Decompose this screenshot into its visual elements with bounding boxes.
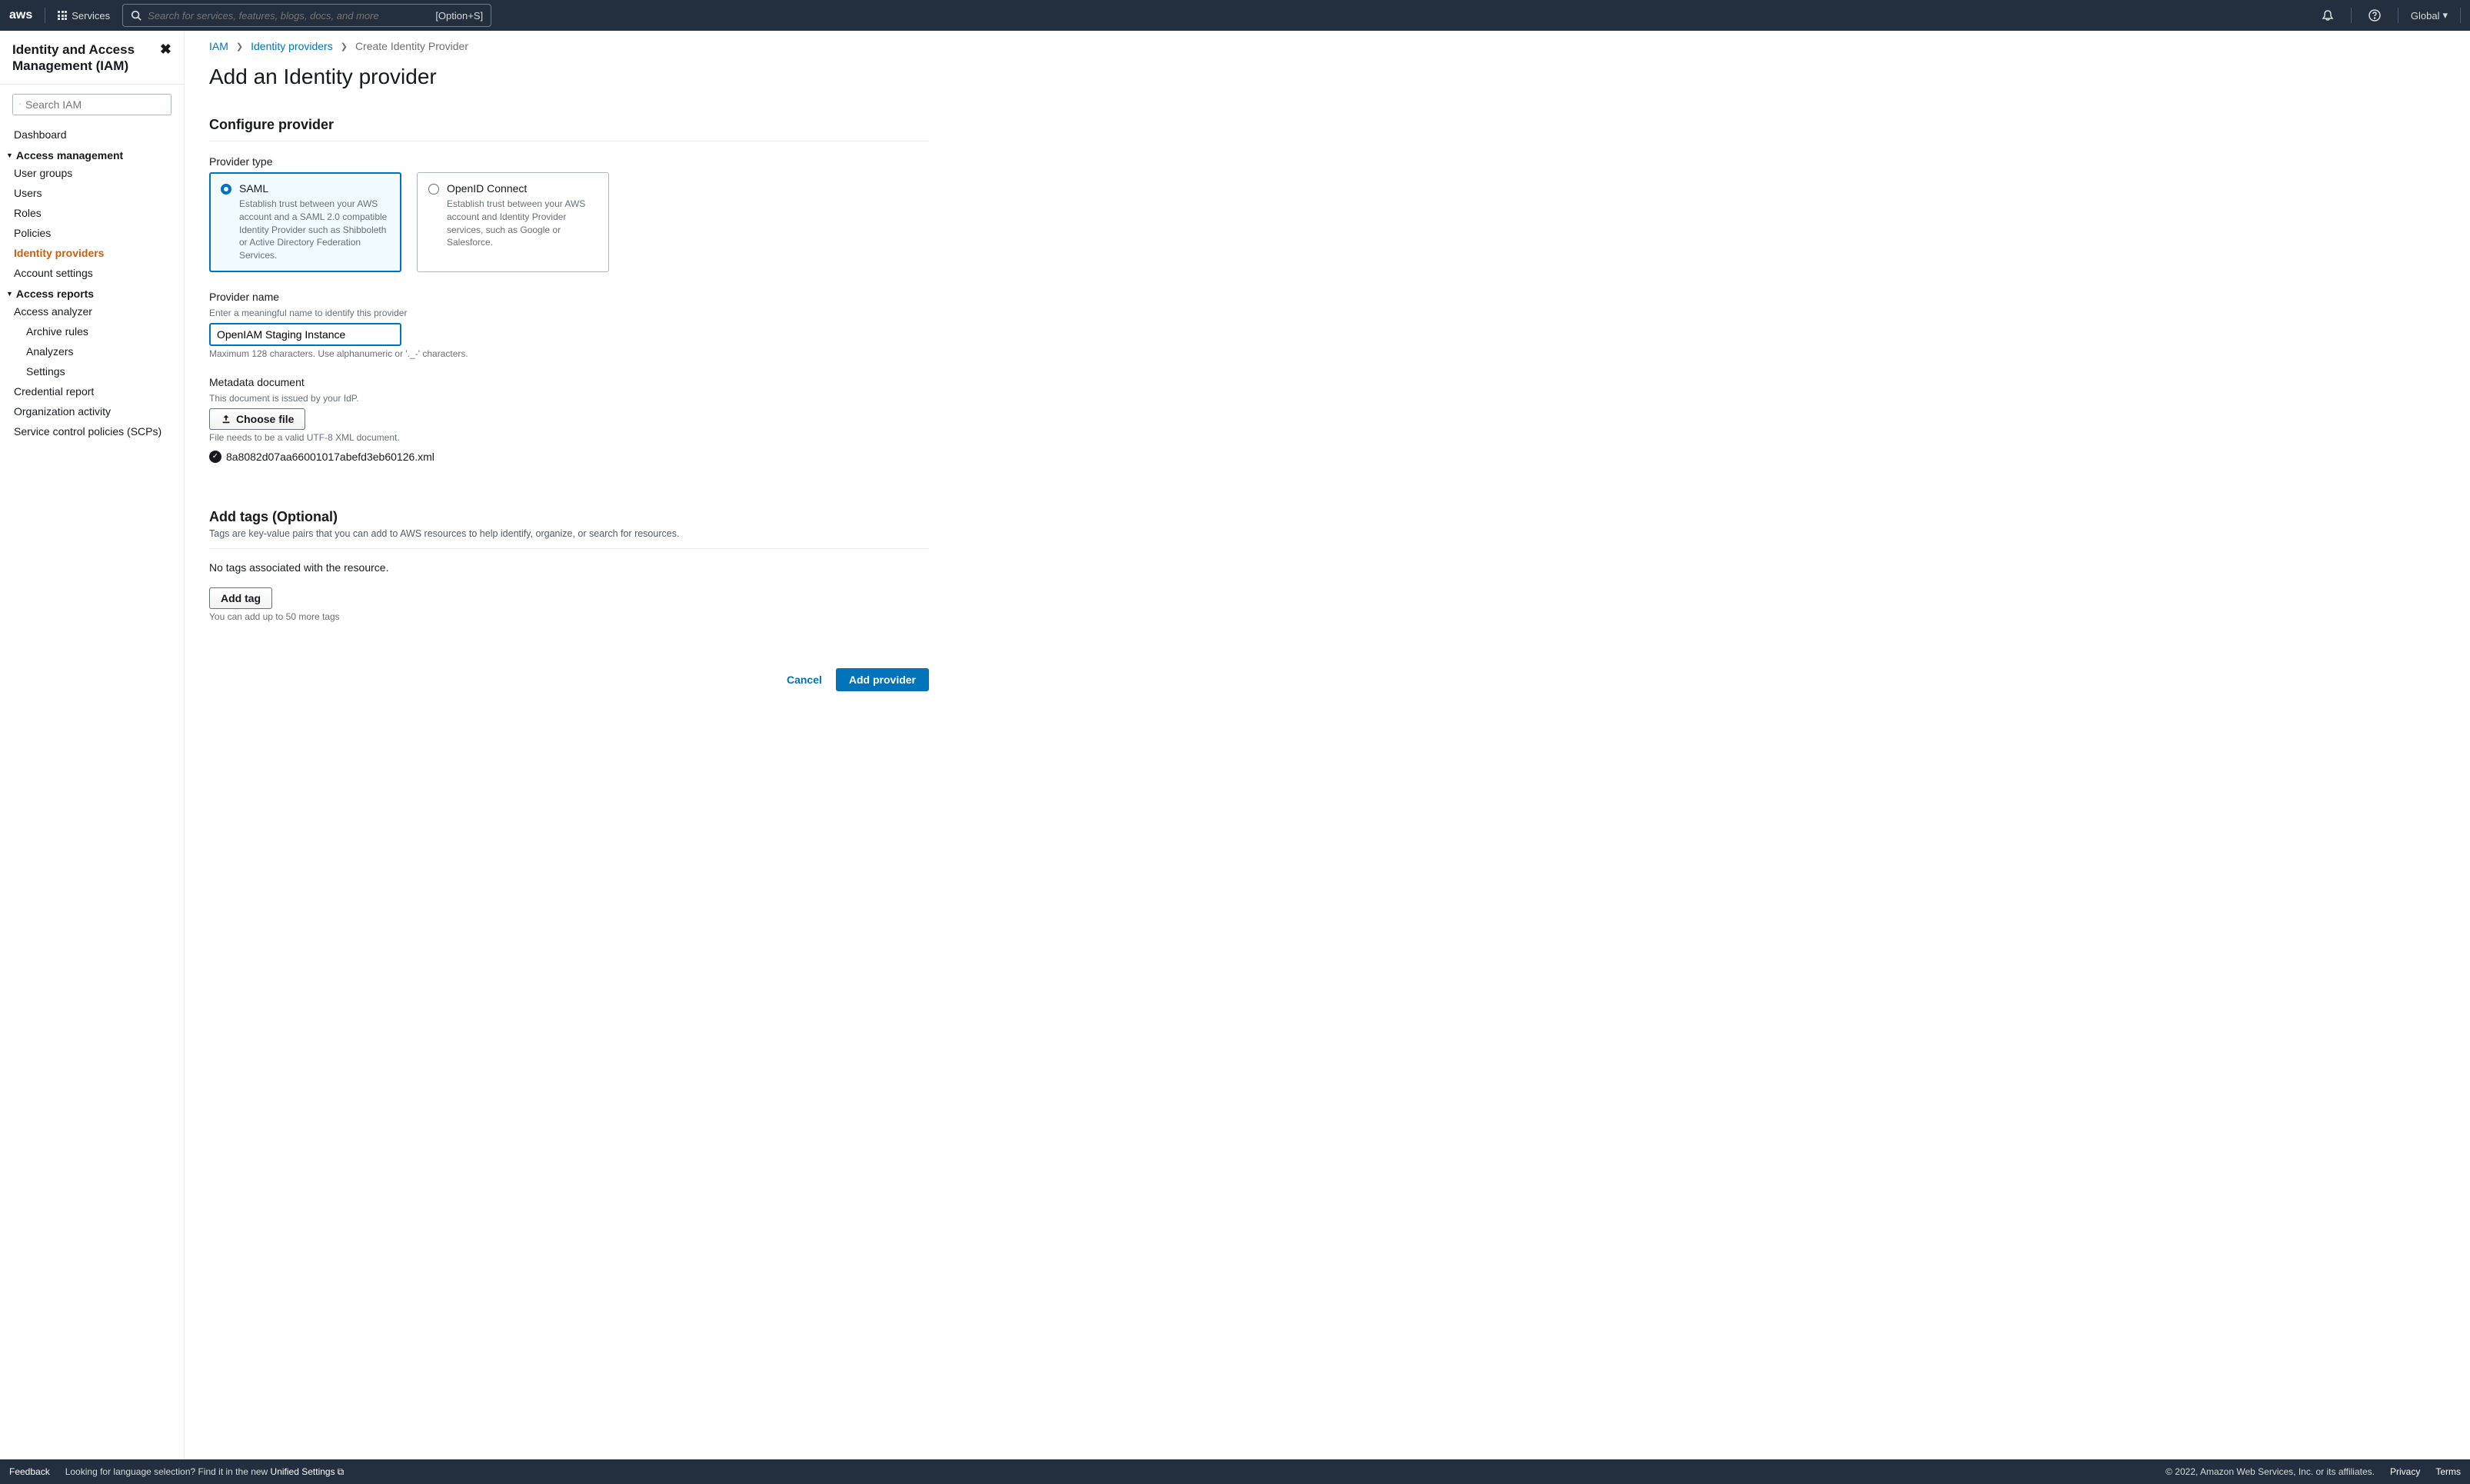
- metadata-hint-above: This document is issued by your IdP.: [209, 393, 929, 404]
- sidebar-item-account-settings[interactable]: Account settings: [0, 263, 184, 283]
- breadcrumb: IAM ❯ Identity providers ❯ Create Identi…: [209, 40, 929, 52]
- triangle-down-icon: ▼: [6, 151, 13, 159]
- search-icon: [131, 10, 141, 21]
- triangle-down-icon: ▼: [6, 290, 13, 298]
- tags-empty-msg: No tags associated with the resource.: [209, 561, 929, 574]
- bottom-bar: Feedback Looking for language selection?…: [0, 1459, 2470, 1484]
- privacy-link[interactable]: Privacy: [2390, 1466, 2420, 1477]
- unified-settings-link[interactable]: Unified Settings⧉: [271, 1466, 345, 1477]
- sidebar-item-identity-providers[interactable]: Identity providers: [0, 243, 184, 263]
- chevron-right-icon: ❯: [341, 42, 348, 52]
- sidebar-title: Identity and Access Management (IAM): [12, 42, 160, 75]
- sidebar-item-access-analyzer[interactable]: Access analyzer: [0, 301, 184, 321]
- divider: [2460, 8, 2461, 23]
- breadcrumb-identity-providers[interactable]: Identity providers: [251, 40, 333, 52]
- sidebar-item-roles[interactable]: Roles: [0, 203, 184, 223]
- provider-type-label: Provider type: [209, 155, 929, 168]
- oidc-desc: Establish trust between your AWS account…: [447, 198, 598, 249]
- copyright: © 2022, Amazon Web Services, Inc. or its…: [2165, 1466, 2375, 1477]
- provider-name-hint-below: Maximum 128 characters. Use alphanumeric…: [209, 348, 929, 359]
- search-shortcut: [Option+S]: [435, 10, 483, 22]
- global-search[interactable]: [Option+S]: [122, 4, 491, 27]
- chevron-down-icon: ▾: [2442, 9, 2448, 22]
- feedback-link[interactable]: Feedback: [9, 1466, 50, 1477]
- radio-icon: [428, 184, 439, 195]
- uploaded-file-row: ✓ 8a8082d07aa66001017abefd3eb60126.xml: [209, 451, 929, 463]
- sidebar-item-policies[interactable]: Policies: [0, 223, 184, 243]
- notifications-icon[interactable]: [2317, 9, 2339, 22]
- radio-icon: [221, 184, 231, 195]
- sidebar-search-input[interactable]: [25, 98, 165, 111]
- sidebar-item-settings[interactable]: Settings: [0, 361, 184, 381]
- sidebar-section-access-reports[interactable]: ▼Access reports: [0, 283, 184, 301]
- aws-logo[interactable]: aws: [9, 8, 32, 22]
- terms-link[interactable]: Terms: [2435, 1466, 2461, 1477]
- sidebar-item-scps[interactable]: Service control policies (SCPs): [0, 421, 184, 441]
- help-icon[interactable]: [2364, 9, 2385, 22]
- divider: [2351, 8, 2352, 23]
- cancel-button[interactable]: Cancel: [787, 674, 822, 686]
- services-menu[interactable]: Services: [58, 10, 110, 22]
- oidc-title: OpenID Connect: [447, 182, 598, 195]
- chevron-right-icon: ❯: [236, 42, 243, 52]
- lang-prompt: Looking for language selection? Find it …: [65, 1466, 344, 1478]
- provider-type-saml[interactable]: SAML Establish trust between your AWS ac…: [209, 172, 401, 272]
- saml-title: SAML: [239, 182, 390, 195]
- close-icon[interactable]: ✖: [160, 42, 171, 58]
- provider-type-oidc[interactable]: OpenID Connect Establish trust between y…: [417, 172, 609, 272]
- tags-header: Add tags (Optional): [209, 509, 929, 525]
- upload-icon: [221, 414, 231, 424]
- provider-name-hint-above: Enter a meaningful name to identify this…: [209, 308, 929, 318]
- sidebar-section-access-management[interactable]: ▼Access management: [0, 145, 184, 163]
- global-search-input[interactable]: [148, 10, 435, 22]
- sidebar-item-dashboard[interactable]: Dashboard: [0, 125, 184, 145]
- sidebar-item-user-groups[interactable]: User groups: [0, 163, 184, 183]
- add-provider-button[interactable]: Add provider: [836, 668, 929, 691]
- metadata-label: Metadata document: [209, 376, 929, 388]
- sidebar-item-analyzers[interactable]: Analyzers: [0, 341, 184, 361]
- metadata-hint-below: File needs to be a valid UTF-8 XML docum…: [209, 432, 929, 443]
- search-icon: [19, 99, 21, 109]
- sidebar-item-users[interactable]: Users: [0, 183, 184, 203]
- uploaded-filename: 8a8082d07aa66001017abefd3eb60126.xml: [226, 451, 434, 463]
- choose-file-button[interactable]: Choose file: [209, 408, 305, 430]
- tags-limit-hint: You can add up to 50 more tags: [209, 611, 929, 622]
- configure-provider-header: Configure provider: [209, 117, 929, 141]
- top-nav: aws Services [Option+S] Global ▾: [0, 0, 2470, 31]
- sidebar-item-credential-report[interactable]: Credential report: [0, 381, 184, 401]
- tags-desc: Tags are key-value pairs that you can ad…: [209, 528, 929, 549]
- sidebar-item-organization-activity[interactable]: Organization activity: [0, 401, 184, 421]
- sidebar-item-archive-rules[interactable]: Archive rules: [0, 321, 184, 341]
- breadcrumb-iam[interactable]: IAM: [209, 40, 228, 52]
- main-content: IAM ❯ Identity providers ❯ Create Identi…: [185, 31, 954, 1459]
- provider-name-input[interactable]: [209, 323, 401, 346]
- grid-icon: [58, 11, 67, 20]
- breadcrumb-current: Create Identity Provider: [355, 40, 468, 52]
- add-tag-button[interactable]: Add tag: [209, 587, 272, 609]
- check-circle-icon: ✓: [209, 451, 221, 463]
- sidebar-search[interactable]: [12, 94, 171, 115]
- external-link-icon: ⧉: [338, 1466, 345, 1478]
- saml-desc: Establish trust between your AWS account…: [239, 198, 390, 262]
- region-selector[interactable]: Global ▾: [2411, 9, 2448, 22]
- sidebar: Identity and Access Management (IAM) ✖ D…: [0, 31, 185, 1459]
- provider-name-label: Provider name: [209, 291, 929, 303]
- page-title: Add an Identity provider: [209, 65, 929, 89]
